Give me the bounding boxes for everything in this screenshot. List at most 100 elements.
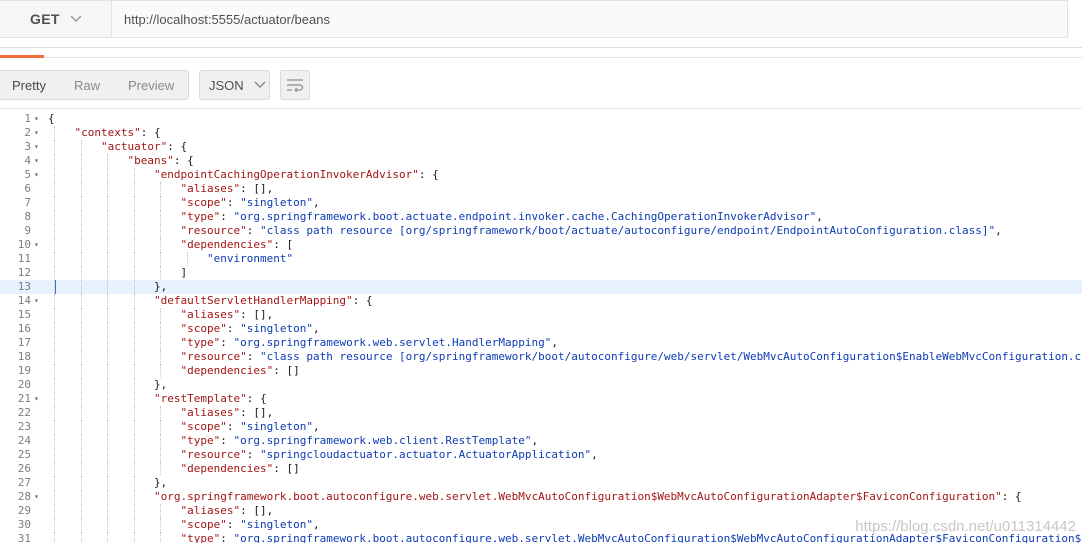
fold-toggle-icon[interactable]: ▾ (34, 392, 42, 406)
indent-guide (160, 224, 161, 238)
format-select[interactable]: JSON (199, 70, 270, 100)
indent-guide (80, 462, 82, 476)
indent-guide (80, 448, 82, 462)
json-key: "scope" (180, 322, 227, 335)
indent-guide (107, 448, 108, 462)
line-number: 30 (17, 518, 31, 531)
indent-guide (133, 294, 135, 308)
code-line: 25 "resource": "springcloudactuator.actua… (0, 448, 1082, 462)
code-text: "aliases": [], (181, 504, 274, 518)
tab-preview[interactable]: Preview (128, 71, 188, 99)
indent-guide (107, 224, 108, 238)
response-toolbar: Pretty Raw Preview JSON (0, 60, 1082, 110)
json-punctuation: : (220, 532, 234, 543)
indent-guide (133, 308, 135, 322)
json-string: "singleton" (240, 518, 313, 531)
code-text: "type": "org.springframework.web.client.… (181, 434, 539, 448)
indent-guide (160, 252, 161, 266)
indent-guide (133, 168, 135, 182)
fold-toggle-icon[interactable]: ▾ (34, 112, 42, 126)
indent-guide (107, 392, 108, 406)
line-number: 15 (17, 308, 31, 321)
line-number: 11 (17, 252, 31, 265)
method-label: GET (30, 11, 60, 27)
line-number: 27 (17, 476, 31, 489)
indent-guide (54, 378, 55, 392)
json-string: "singleton" (240, 196, 313, 209)
fold-toggle-icon[interactable]: ▾ (34, 126, 42, 140)
indent-guide (54, 196, 55, 210)
indent-guide (54, 252, 55, 266)
json-key: "aliases" (180, 504, 241, 517)
code-line: 18 "resource": "class path resource [org/… (0, 350, 1082, 364)
method-select[interactable]: GET (0, 0, 112, 38)
fold-toggle-icon[interactable]: ▾ (34, 490, 42, 504)
json-punctuation: { (48, 112, 55, 125)
indent-guide (160, 434, 161, 448)
url-input[interactable]: http://localhost:5555/actuator/beans (112, 0, 1068, 38)
json-punctuation: ] (180, 266, 188, 279)
json-punctuation: : { (418, 168, 439, 181)
line-number: 16 (17, 322, 31, 335)
fold-toggle-icon[interactable]: ▾ (34, 154, 42, 168)
indent-guide (80, 350, 82, 364)
line-number: 31 (17, 532, 31, 543)
json-string: "environment" (207, 252, 294, 265)
code-line: 11 "environment" (0, 252, 1082, 266)
json-key: "type" (180, 336, 221, 349)
indent-guide (133, 490, 135, 504)
indent-guide (133, 504, 135, 518)
json-punctuation: : (226, 196, 241, 209)
indent-guide (80, 196, 82, 210)
wrap-lines-button[interactable] (280, 70, 310, 100)
json-string: "singleton" (240, 322, 313, 335)
indent-guide (107, 434, 108, 448)
json-key: "endpointCachingOperationInvokerAdvisor" (154, 168, 419, 181)
fold-toggle-icon[interactable]: ▾ (34, 294, 42, 308)
code-line: 9 "resource": "class path resource [org/s… (0, 224, 1082, 238)
response-body-editor[interactable]: 1 ▾{2 ▾ "contexts": {3 ▾ "actuator": {4 ▾ "bean… (0, 110, 1082, 543)
code-text: "type": "org.springframework.web.servlet… (181, 336, 559, 350)
indent-guide (80, 294, 82, 308)
fold-toggle-icon[interactable]: ▾ (34, 140, 42, 154)
fold-toggle-icon[interactable]: ▾ (34, 238, 42, 252)
line-number: 18 (17, 350, 31, 363)
indent-guide (80, 308, 82, 322)
indent-guide (107, 322, 108, 336)
json-punctuation: , (312, 322, 320, 335)
json-key: "restTemplate" (154, 392, 247, 405)
indent-guide (107, 406, 108, 420)
tab-pretty[interactable]: Pretty (0, 71, 74, 99)
indent-guide (80, 336, 82, 350)
line-number: 17 (17, 336, 31, 349)
indent-guide (133, 322, 135, 336)
json-key: "defaultServletHandlerMapping" (154, 294, 353, 307)
indent-guide (133, 196, 135, 210)
tab-raw[interactable]: Raw (74, 71, 128, 99)
json-punctuation: , (531, 434, 539, 447)
json-key: "dependencies" (180, 364, 274, 377)
json-punctuation: , (816, 210, 823, 223)
indent-guide (160, 420, 161, 434)
indent-guide (133, 420, 135, 434)
chevron-down-icon (70, 15, 82, 23)
indent-guide (133, 364, 135, 378)
fold-toggle-icon[interactable]: ▾ (34, 168, 42, 182)
indent-guide (107, 168, 108, 182)
indent-guide (80, 266, 82, 280)
json-punctuation: , (591, 448, 598, 461)
json-key: "scope" (180, 196, 227, 209)
view-tabs: Pretty Raw Preview (0, 70, 189, 100)
json-key: "aliases" (180, 406, 241, 419)
code-line: 17 "type": "org.springframework.web.servl… (0, 336, 1082, 350)
indent-guide (54, 224, 55, 238)
json-string: "class path resource [org/springframewor… (259, 224, 996, 237)
code-line: 16 "scope": "singleton", (0, 322, 1082, 336)
indent-guide (80, 280, 82, 294)
json-punctuation: : [], (240, 308, 274, 321)
code-text: "type": "org.springframework.boot.actuat… (181, 210, 823, 224)
url-text: http://localhost:5555/actuator/beans (124, 11, 330, 27)
indent-guide (80, 392, 82, 406)
json-punctuation: : (220, 434, 234, 447)
indent-guide (160, 336, 161, 350)
